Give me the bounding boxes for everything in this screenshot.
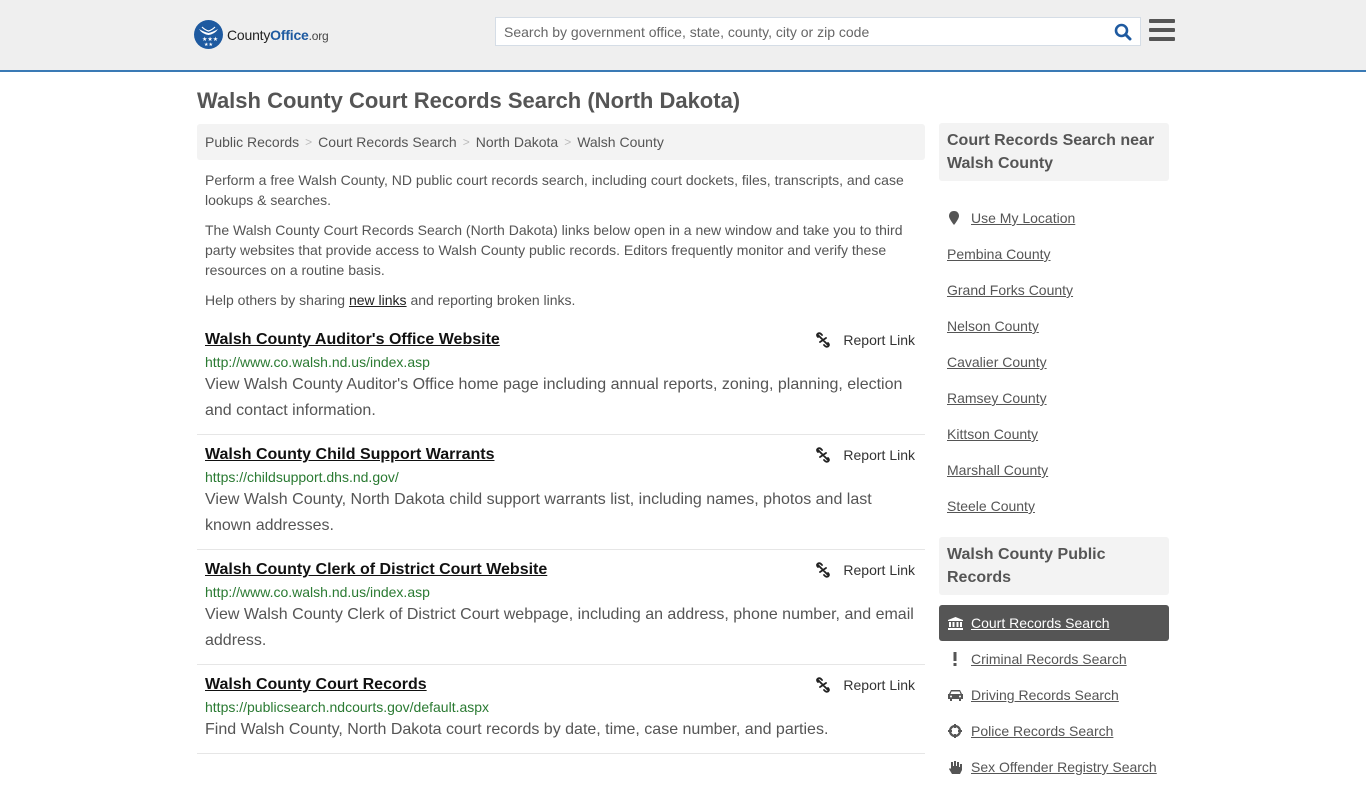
search-button[interactable]: [1106, 18, 1140, 45]
result-url: http://www.co.walsh.nd.us/index.asp: [205, 584, 430, 600]
map-pin-icon: [947, 210, 961, 226]
nearby-county-link[interactable]: Nelson County: [947, 318, 1039, 334]
search-icon: [1114, 23, 1132, 40]
result-description: View Walsh County Clerk of District Cour…: [205, 606, 914, 649]
report-link-button[interactable]: Report Link: [815, 562, 915, 578]
nearby-county-link[interactable]: Steele County: [947, 498, 1035, 514]
result-item: Walsh County Clerk of District Court Web…: [197, 550, 925, 665]
broken-link-icon: [816, 447, 831, 463]
results-list: Walsh County Auditor's Office Website ht…: [197, 320, 925, 754]
new-links-link[interactable]: new links: [349, 292, 407, 308]
report-link-button[interactable]: Report Link: [815, 447, 915, 463]
nearby-county-link[interactable]: Pembina County: [947, 246, 1051, 262]
site-search: [495, 17, 1141, 46]
nearby-county-link[interactable]: Kittson County: [947, 426, 1038, 442]
nearby-county-link[interactable]: Cavalier County: [947, 354, 1047, 370]
public-records-item-criminal[interactable]: Criminal Records Search: [939, 641, 1169, 677]
broken-link-icon: [816, 332, 831, 348]
intro-paragraph: The Walsh County Court Records Search (N…: [205, 222, 903, 278]
nearby-county-link[interactable]: Grand Forks County: [947, 282, 1073, 298]
nearby-county-item: Pembina County: [947, 236, 1167, 272]
courthouse-icon: [947, 616, 963, 630]
crosshair-icon: [947, 724, 963, 738]
use-my-location-link[interactable]: Use My Location: [971, 210, 1075, 226]
report-link-button[interactable]: Report Link: [815, 677, 915, 693]
breadcrumb-court-records-search[interactable]: Court Records Search: [318, 134, 457, 150]
nearby-heading: Court Records Search near Walsh County: [939, 123, 1169, 181]
logo-text: CountyOffice.org: [227, 26, 329, 43]
breadcrumb-north-dakota[interactable]: North Dakota: [476, 134, 558, 150]
eagle-stars-logo-icon: ★★★ ★★: [194, 20, 223, 49]
site-logo[interactable]: ★★★ ★★ CountyOffice.org: [194, 20, 329, 49]
intro-paragraph-help: Help others by sharing new links and rep…: [205, 292, 576, 308]
intro-paragraph: Perform a free Walsh County, ND public c…: [205, 172, 904, 208]
result-url: http://www.co.walsh.nd.us/index.asp: [205, 354, 430, 370]
broken-link-icon: [816, 677, 831, 693]
nearby-county-item: Nelson County: [947, 308, 1167, 344]
intro-text: Perform a free Walsh County, ND public c…: [205, 170, 917, 320]
result-title-link[interactable]: Walsh County Court Records: [205, 675, 427, 695]
result-item: Walsh County Child Support Warrants http…: [197, 435, 925, 550]
nearby-county-item: Cavalier County: [947, 344, 1167, 380]
nearby-county-item: Marshall County: [947, 452, 1167, 488]
nearby-county-item: Ramsey County: [947, 380, 1167, 416]
nearby-county-item: Grand Forks County: [947, 272, 1167, 308]
result-description: Find Walsh County, North Dakota court re…: [205, 721, 829, 738]
result-item: Walsh County Court Records https://publi…: [197, 665, 925, 754]
nearby-county-item: Kittson County: [947, 416, 1167, 452]
public-records-list: Court Records Search Criminal Records Se…: [939, 605, 1169, 785]
search-input[interactable]: [496, 18, 1106, 45]
exclamation-icon: [947, 652, 963, 666]
nearby-county-link[interactable]: Ramsey County: [947, 390, 1047, 406]
use-my-location-item: Use My Location: [947, 200, 1167, 236]
public-records-item-driving[interactable]: Driving Records Search: [939, 677, 1169, 713]
page-title: Walsh County Court Records Search (North…: [197, 88, 741, 113]
nearby-counties-list: Use My Location Pembina County Grand For…: [947, 200, 1167, 524]
result-title-link[interactable]: Walsh County Child Support Warrants: [205, 445, 494, 465]
svg-text:★★: ★★: [204, 42, 213, 48]
nearby-county-item: Steele County: [947, 488, 1167, 524]
nearby-county-link[interactable]: Marshall County: [947, 462, 1048, 478]
report-link-button[interactable]: Report Link: [815, 332, 915, 348]
hamburger-menu-icon[interactable]: [1149, 19, 1175, 43]
broken-link-icon: [816, 562, 831, 578]
result-description: View Walsh County, North Dakota child su…: [205, 491, 872, 534]
hand-icon: [947, 760, 963, 774]
result-url: https://publicsearch.ndcourts.gov/defaul…: [205, 699, 490, 715]
result-item: Walsh County Auditor's Office Website ht…: [197, 320, 925, 435]
public-records-heading: Walsh County Public Records: [939, 537, 1169, 595]
result-title-link[interactable]: Walsh County Clerk of District Court Web…: [205, 560, 547, 580]
car-icon: [947, 689, 963, 701]
breadcrumb: Public Records > Court Records Search > …: [197, 124, 925, 160]
site-header: ★★★ ★★ CountyOffice.org: [0, 0, 1366, 72]
public-records-item-court[interactable]: Court Records Search: [939, 605, 1169, 641]
breadcrumb-separator: >: [305, 135, 313, 149]
result-title-link[interactable]: Walsh County Auditor's Office Website: [205, 330, 500, 350]
breadcrumb-walsh-county[interactable]: Walsh County: [577, 134, 664, 150]
breadcrumb-separator: >: [462, 135, 470, 149]
public-records-item-police[interactable]: Police Records Search: [939, 713, 1169, 749]
breadcrumb-separator: >: [564, 135, 572, 149]
public-records-item-sex-offender[interactable]: Sex Offender Registry Search: [939, 749, 1169, 785]
result-url: https://childsupport.dhs.nd.gov/: [205, 469, 399, 485]
result-description: View Walsh County Auditor's Office home …: [205, 376, 903, 419]
breadcrumb-public-records[interactable]: Public Records: [205, 134, 299, 150]
